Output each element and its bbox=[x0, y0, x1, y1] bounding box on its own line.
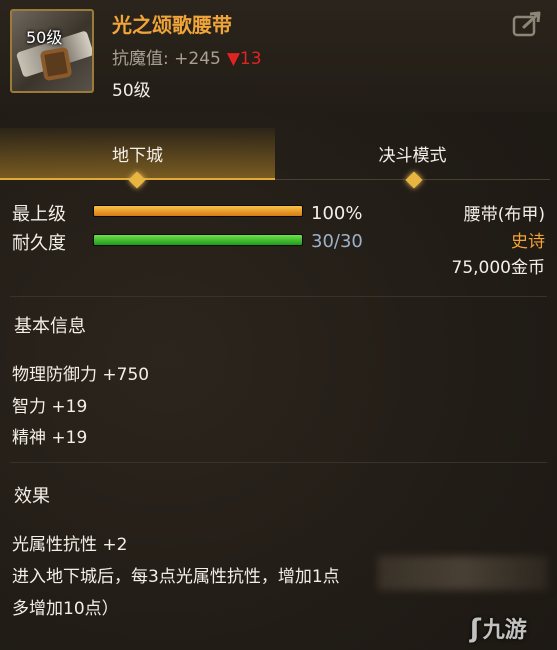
belt-icon[interactable]: 50级 bbox=[10, 9, 94, 93]
max-level-value: 100% bbox=[311, 203, 363, 224]
tab-dungeon-label: 地下城 bbox=[112, 145, 163, 166]
basic-info-line: 精神 +19 bbox=[12, 428, 88, 448]
tab-duel-label: 决斗模式 bbox=[378, 146, 447, 166]
effect-line: 进入地下城后，每3点光属性抗性，增加1点 bbox=[12, 567, 340, 587]
stat-label: 抗魔值: +245 bbox=[112, 49, 221, 69]
watermark: ʃ九游 bbox=[470, 612, 527, 644]
max-level-label: 最上级 bbox=[12, 204, 66, 225]
item-stat-line: 抗魔值: +245 ▼13 bbox=[112, 44, 262, 69]
item-header: 50级 光之颂歌腰带 抗魔值: +245 ▼13 50级 bbox=[0, 0, 557, 112]
basic-info-line: 物理防御力 +750 bbox=[12, 365, 150, 385]
effect-line: 光属性抗性 +2 bbox=[12, 535, 128, 555]
divider bbox=[10, 296, 547, 297]
watermark-logo-icon: ʃ bbox=[470, 614, 481, 644]
divider bbox=[10, 462, 547, 463]
max-level-bar-fill bbox=[94, 206, 302, 216]
mode-tabs: 地下城 决斗模式 bbox=[0, 128, 557, 182]
durability-bar-fill bbox=[94, 235, 302, 245]
item-name: 光之颂歌腰带 bbox=[112, 13, 232, 37]
effects-title: 效果 bbox=[14, 486, 50, 507]
item-price: 75,000金币 bbox=[451, 258, 545, 278]
item-tooltip-panel: 50级 光之颂歌腰带 抗魔值: +245 ▼13 50级 地下城 决斗模式 最上级… bbox=[0, 0, 557, 650]
share-icon[interactable] bbox=[512, 11, 542, 37]
stat-change: ▼13 bbox=[226, 49, 262, 69]
max-level-bar bbox=[93, 205, 303, 217]
basic-info-line: 智力 +19 bbox=[12, 397, 88, 417]
watermark-text: 九游 bbox=[482, 618, 527, 643]
item-level-badge: 50级 bbox=[26, 28, 63, 47]
basic-info-title: 基本信息 bbox=[14, 316, 86, 337]
redacted-area bbox=[378, 556, 548, 590]
item-rarity: 史诗 bbox=[511, 232, 545, 252]
durability-value: 30/30 bbox=[311, 231, 363, 252]
durability-bar bbox=[93, 234, 303, 246]
item-category: 腰带(布甲) bbox=[463, 205, 545, 225]
durability-label: 耐久度 bbox=[12, 233, 66, 254]
required-level: 50级 bbox=[112, 81, 151, 101]
belt-buckle bbox=[39, 46, 73, 82]
effect-line: 多增加10点） bbox=[12, 599, 119, 619]
